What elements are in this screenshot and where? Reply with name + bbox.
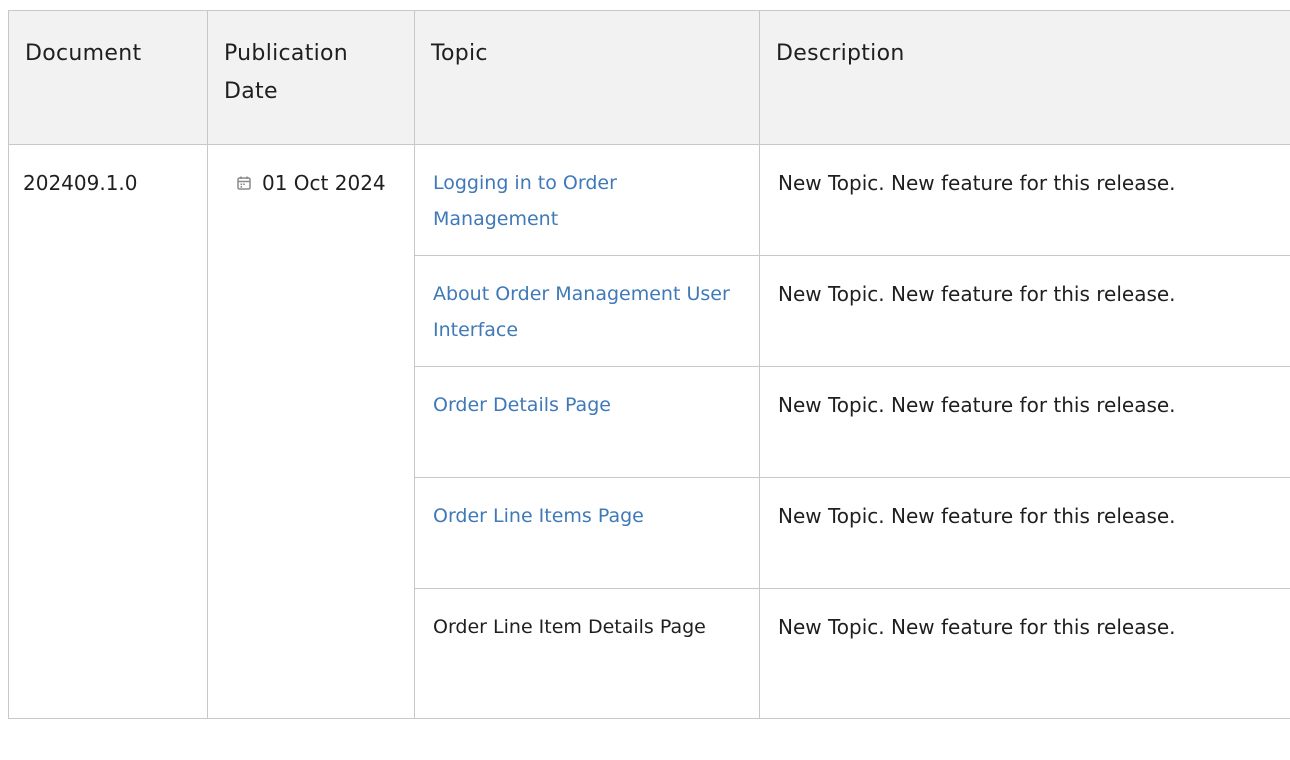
topic-cell: Order Details Page xyxy=(414,366,760,478)
description-cell: New Topic. New feature for this release. xyxy=(759,144,1290,256)
topic-cell: Logging in to Order Management xyxy=(414,144,760,256)
header-publication-date: Publication Date xyxy=(207,10,415,145)
header-topic: Topic xyxy=(414,10,760,145)
table-container: Document Publication Date Topic Descript… xyxy=(0,0,1290,760)
publication-date-cell: 01 Oct 2024 xyxy=(207,144,415,719)
header-document: Document xyxy=(8,10,208,145)
document-history-table: Document Publication Date Topic Descript… xyxy=(8,10,1290,719)
topic-link-order-details[interactable]: Order Details Page xyxy=(433,394,611,416)
document-version: 202409.1.0 xyxy=(8,144,208,719)
publication-date-text: 01 Oct 2024 xyxy=(262,171,386,195)
topic-cell: Order Line Items Page xyxy=(414,477,760,589)
description-cell: New Topic. New feature for this release. xyxy=(759,366,1290,478)
topic-link-order-line-items[interactable]: Order Line Items Page xyxy=(433,505,644,527)
header-description: Description xyxy=(759,10,1290,145)
description-cell: New Topic. New feature for this release. xyxy=(759,255,1290,367)
topic-cell-plain: Order Line Item Details Page xyxy=(414,588,760,719)
topic-link-logging-in[interactable]: Logging in to Order Management xyxy=(433,172,617,230)
topic-link-about-ui[interactable]: About Order Management User Interface xyxy=(433,283,730,341)
topic-cell: About Order Management User Interface xyxy=(414,255,760,367)
table-header-row: Document Publication Date Topic Descript… xyxy=(8,10,1290,145)
calendar-icon xyxy=(237,176,251,190)
description-cell: New Topic. New feature for this release. xyxy=(759,477,1290,589)
description-cell: New Topic. New feature for this release. xyxy=(759,588,1290,719)
table-row: 202409.1.0 01 Oct 2024 Logging in to Ord… xyxy=(8,144,1290,719)
